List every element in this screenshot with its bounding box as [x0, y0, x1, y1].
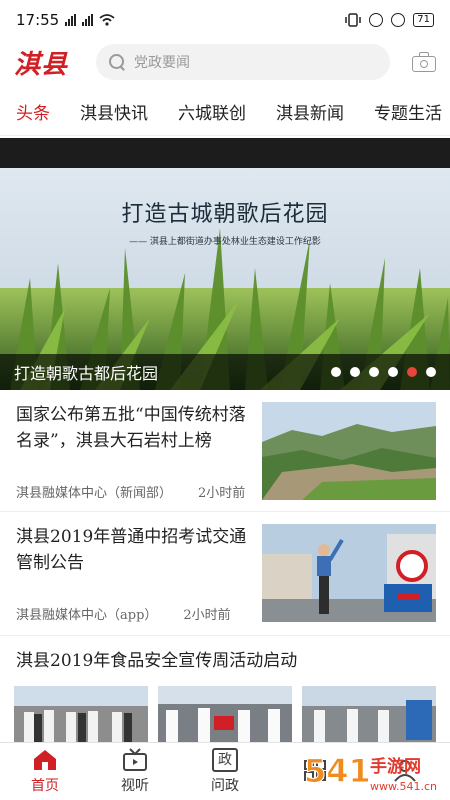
tab-six-city[interactable]: 六城联创: [178, 92, 246, 135]
tab-headlines[interactable]: 头条: [16, 92, 50, 135]
watermark-logo: 541 手游网 www.541.cn: [304, 752, 438, 794]
status-time: 17:55: [16, 11, 60, 29]
news-title: 国家公布第五批“中国传统村落名录”，淇县大石岩村上榜: [16, 405, 246, 451]
news-title: 淇县2019年普通中招考试交通管制公告: [16, 527, 247, 573]
app-logo[interactable]: 淇县: [14, 44, 88, 81]
home-icon: [32, 748, 58, 772]
news-thumbnail: [262, 402, 436, 500]
zheng-icon: 政: [212, 748, 238, 772]
news-thumbnails: [14, 686, 436, 742]
alarm-icon: [391, 13, 406, 27]
news-item[interactable]: 淇县2019年普通中招考试交通管制公告 淇县融媒体中心（app） 2小时前: [0, 512, 450, 636]
banner-subline: —— 淇县上都街道办事处林业生态建设工作纪影: [129, 237, 321, 247]
nav-inquiry-label: 问政: [211, 778, 239, 794]
tv-icon: [122, 748, 148, 772]
category-tabs: 头条 淇县快讯 六城联创 淇县新闻 专题生活: [0, 92, 450, 136]
news-thumbnail: [14, 686, 148, 742]
search-icon: [108, 53, 126, 71]
banner-headline: 打造古城朝歌后花园: [121, 202, 329, 227]
app-header: 淇县 党政要闻: [0, 40, 450, 84]
nav-home-label: 首页: [31, 778, 59, 794]
nav-home[interactable]: 首页: [10, 748, 80, 795]
tab-qixian-express[interactable]: 淇县快讯: [80, 92, 148, 135]
banner-carousel[interactable]: 打造古城朝歌后花园 —— 淇县上都街道办事处林业生态建设工作纪影 打造朝歌古都后…: [0, 138, 450, 390]
news-time: 2小时前: [198, 486, 246, 501]
news-title: 淇县2019年食品安全宣传周活动启动: [16, 651, 298, 671]
carousel-dot[interactable]: [350, 367, 360, 377]
nav-audio-video[interactable]: 视听: [100, 748, 170, 795]
svg-text:541: 541: [304, 752, 371, 790]
tab-qixian-news[interactable]: 淇县新闻: [276, 92, 344, 135]
signal-icon: [65, 14, 77, 26]
svg-text:www.541.cn: www.541.cn: [370, 780, 437, 793]
carousel-dot[interactable]: [331, 367, 341, 377]
wifi-icon: [99, 14, 115, 26]
news-meta: 淇县融媒体中心（新闻部） 2小时前: [16, 482, 245, 501]
svg-text:手游网: 手游网: [370, 756, 421, 777]
banner-caption: 打造朝歌古都后花园: [14, 364, 159, 383]
vibrate-icon: [345, 13, 362, 27]
news-time: 2小时前: [183, 608, 231, 623]
carousel-dot[interactable]: [407, 367, 417, 377]
news-source: 淇县融媒体中心（app）: [16, 608, 158, 623]
news-item[interactable]: 国家公布第五批“中国传统村落名录”，淇县大石岩村上榜 淇县融媒体中心（新闻部） 2…: [0, 390, 450, 512]
tab-topics[interactable]: 专题生活: [374, 92, 442, 135]
battery-icon: 71: [413, 13, 434, 27]
search-bar[interactable]: 党政要闻: [96, 44, 390, 80]
carousel-dot[interactable]: [369, 367, 379, 377]
carousel-dot[interactable]: [388, 367, 398, 377]
nav-audio-video-label: 视听: [121, 778, 149, 794]
search-placeholder: 党政要闻: [134, 55, 190, 71]
lock-rotation-icon: [369, 13, 384, 27]
signal-icon-2: [82, 14, 94, 26]
news-thumbnail: [302, 686, 436, 742]
status-bar: 17:55 71: [0, 0, 450, 40]
banner-caption-bar: 打造朝歌古都后花园: [0, 354, 450, 390]
carousel-indicator[interactable]: [331, 367, 450, 377]
news-thumbnail: [262, 524, 436, 622]
news-source: 淇县融媒体中心（新闻部）: [16, 486, 173, 501]
camera-icon[interactable]: [412, 52, 436, 72]
news-meta: 淇县融媒体中心（app） 2小时前: [16, 604, 231, 623]
news-thumbnail: [158, 686, 292, 742]
carousel-dot[interactable]: [426, 367, 436, 377]
nav-inquiry[interactable]: 政 问政: [190, 748, 260, 795]
